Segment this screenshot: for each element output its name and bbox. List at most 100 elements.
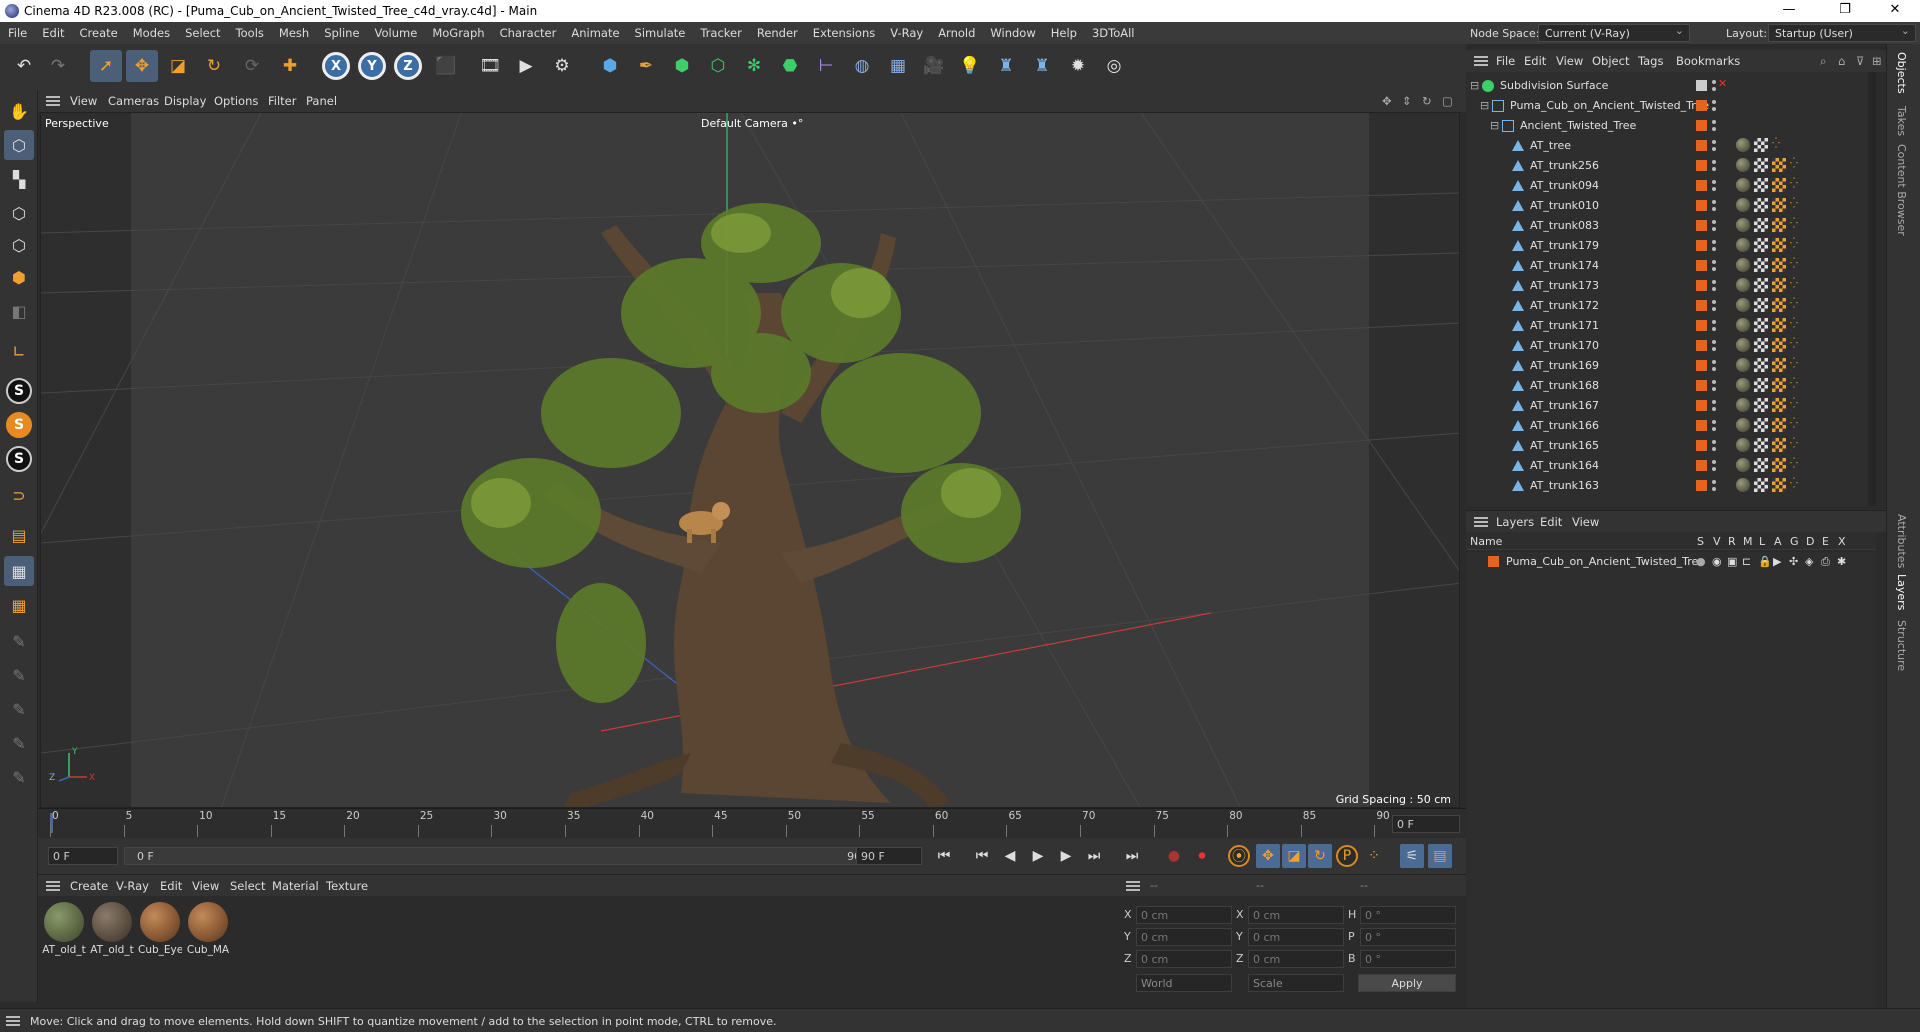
- visibility-dots-icon[interactable]: [1712, 119, 1716, 133]
- go-to-end-icon[interactable]: ⏭: [1120, 844, 1144, 868]
- viewport-move-icon[interactable]: ✥: [1382, 94, 1392, 108]
- layer-menu-edit[interactable]: Edit: [1540, 515, 1562, 529]
- render-view-icon[interactable]: 🎞: [474, 50, 506, 82]
- next-key-icon[interactable]: ⏭: [1082, 844, 1106, 868]
- object-row[interactable]: AT_trunk169 ⁛: [1466, 356, 1876, 376]
- viewport-maximize-icon[interactable]: ▢: [1442, 94, 1453, 108]
- object-row-group[interactable]: ⊟ Puma_Cub_on_Ancient_Twisted_Tree: [1466, 96, 1876, 116]
- object-row[interactable]: AT_trunk163 ⁛: [1466, 476, 1876, 496]
- visibility-dots-icon[interactable]: [1712, 239, 1716, 253]
- layer-color-icon[interactable]: [1696, 160, 1707, 171]
- object-row[interactable]: AT_trunk094 ⁛: [1466, 176, 1876, 196]
- layer-color-icon[interactable]: [1696, 180, 1707, 191]
- expand-toggle-icon[interactable]: ⊟: [1480, 99, 1489, 112]
- layer-color-icon[interactable]: [1696, 200, 1707, 211]
- move-tool-icon[interactable]: ✥: [126, 50, 158, 82]
- phong-tag-icon[interactable]: [1736, 318, 1750, 332]
- layer-menu-view[interactable]: View: [1572, 515, 1599, 529]
- tab-content-browser[interactable]: Content Browser: [1895, 144, 1908, 236]
- visibility-dots-icon[interactable]: [1712, 459, 1716, 473]
- uvw-tag-icon[interactable]: [1772, 398, 1786, 412]
- uvw-tag-icon[interactable]: [1772, 458, 1786, 472]
- menu-arnold[interactable]: Arnold: [930, 22, 982, 44]
- grid-snap-icon[interactable]: ▦: [4, 556, 34, 586]
- place-tool-icon[interactable]: ✚: [274, 50, 306, 82]
- material-swatch[interactable]: Cub_Eye: [138, 902, 182, 956]
- rotation-b-field[interactable]: 0 °: [1360, 950, 1456, 968]
- layer-menu-icon[interactable]: [1474, 517, 1488, 527]
- menu-spline[interactable]: Spline: [316, 22, 366, 44]
- field-icon[interactable]: ◍: [846, 50, 878, 82]
- python-icon[interactable]: ♜: [990, 50, 1022, 82]
- menu-3dtoall[interactable]: 3DToAll: [1084, 22, 1142, 44]
- material-tag-icon[interactable]: [1754, 398, 1768, 412]
- layer-generator-icon[interactable]: ✣: [1789, 555, 1798, 568]
- viewport-menu-filter[interactable]: Filter: [268, 94, 296, 108]
- object-menu-object[interactable]: Object: [1592, 54, 1629, 68]
- viewport-rotate-icon[interactable]: ↻: [1422, 94, 1432, 108]
- selection-tag-icon[interactable]: ⁛: [1790, 398, 1800, 412]
- viewport-zoom-icon[interactable]: ⇕: [1402, 94, 1412, 108]
- coordinate-space-dropdown[interactable]: World: [1136, 974, 1232, 992]
- material-swatch[interactable]: Cub_MA: [186, 902, 230, 956]
- motion-mode-icon[interactable]: ⚟: [1400, 844, 1424, 868]
- timeline-end-field[interactable]: 0 F: [1392, 815, 1460, 833]
- object-row[interactable]: AT_trunk164 ⁛: [1466, 456, 1876, 476]
- material-tag-icon[interactable]: [1754, 318, 1768, 332]
- material-tag-icon[interactable]: [1754, 178, 1768, 192]
- home-icon[interactable]: ⌂: [1838, 54, 1845, 68]
- material-tag-icon[interactable]: [1754, 478, 1768, 492]
- size-x-field[interactable]: 0 cm: [1248, 906, 1344, 924]
- status-menu-icon[interactable]: [6, 1016, 20, 1026]
- menu-file[interactable]: File: [0, 22, 34, 44]
- material-tag-icon[interactable]: [1754, 358, 1768, 372]
- rotation-h-field[interactable]: 0 °: [1360, 906, 1456, 924]
- selection-tag-icon[interactable]: ⁛: [1790, 238, 1800, 252]
- layer-color-icon[interactable]: [1696, 280, 1707, 291]
- selection-tag-icon[interactable]: ⁛: [1790, 458, 1800, 472]
- layer-color-icon[interactable]: [1696, 220, 1707, 231]
- render-picture-viewer-icon[interactable]: ▶: [510, 50, 542, 82]
- visibility-dots-icon[interactable]: [1712, 99, 1716, 113]
- edit-check-icon[interactable]: [1696, 80, 1707, 91]
- edges-mode-icon[interactable]: ⬡: [4, 230, 34, 260]
- object-row-subgroup[interactable]: ⊟ Ancient_Twisted_Tree: [1466, 116, 1876, 136]
- menu-extensions[interactable]: Extensions: [805, 22, 882, 44]
- close-button[interactable]: ✕: [1872, 2, 1918, 20]
- material-menu-edit[interactable]: Edit: [160, 879, 182, 893]
- phong-tag-icon[interactable]: [1736, 338, 1750, 352]
- selection-tag-icon[interactable]: ⁛: [1790, 258, 1800, 272]
- material-menu-create[interactable]: Create: [70, 879, 108, 893]
- selection-tag-icon[interactable]: ⁛: [1790, 198, 1800, 212]
- frame-range-slider[interactable]: 0 F 90 F: [124, 847, 880, 865]
- y-axis-lock-icon[interactable]: Y: [358, 52, 386, 80]
- object-row[interactable]: AT_trunk256 ⁛: [1466, 156, 1876, 176]
- layer-render-icon[interactable]: ▣: [1727, 555, 1737, 568]
- material-tag-icon[interactable]: [1754, 198, 1768, 212]
- object-row[interactable]: AT_trunk172 ⁛: [1466, 296, 1876, 316]
- visibility-dots-icon[interactable]: [1712, 139, 1716, 153]
- tab-structure[interactable]: Structure: [1895, 620, 1908, 671]
- key-scale-icon[interactable]: ◪: [1282, 844, 1306, 868]
- material-tag-icon[interactable]: [1754, 418, 1768, 432]
- workplane-icon[interactable]: ▤: [4, 520, 34, 550]
- extrude-generator-icon[interactable]: ⬡: [702, 50, 734, 82]
- uvw-tag-icon[interactable]: [1772, 198, 1786, 212]
- texture-mode-icon[interactable]: ▚: [4, 164, 34, 194]
- vray-settings-icon[interactable]: ✹: [1062, 50, 1094, 82]
- previous-key-icon[interactable]: ⏮: [970, 844, 994, 868]
- visibility-dots-icon[interactable]: [1712, 439, 1716, 453]
- menu-edit[interactable]: Edit: [34, 22, 71, 44]
- visibility-dots-icon[interactable]: [1712, 159, 1716, 173]
- phong-tag-icon[interactable]: [1736, 298, 1750, 312]
- viewport-menu-display[interactable]: Display: [164, 94, 206, 108]
- material-swatch[interactable]: AT_old_t: [90, 902, 134, 956]
- selection-tag-icon[interactable]: ⁛: [1790, 438, 1800, 452]
- object-row[interactable]: AT_trunk170 ⁛: [1466, 336, 1876, 356]
- brush-tool-icon[interactable]: ✎: [4, 762, 34, 792]
- selection-tag-icon[interactable]: ⁛: [1790, 418, 1800, 432]
- paint-tool-icon[interactable]: ✎: [4, 626, 34, 656]
- uvw-tag-icon[interactable]: [1772, 438, 1786, 452]
- layer-color-icon[interactable]: [1696, 480, 1707, 491]
- layer-menu-layers[interactable]: Layers: [1496, 515, 1534, 529]
